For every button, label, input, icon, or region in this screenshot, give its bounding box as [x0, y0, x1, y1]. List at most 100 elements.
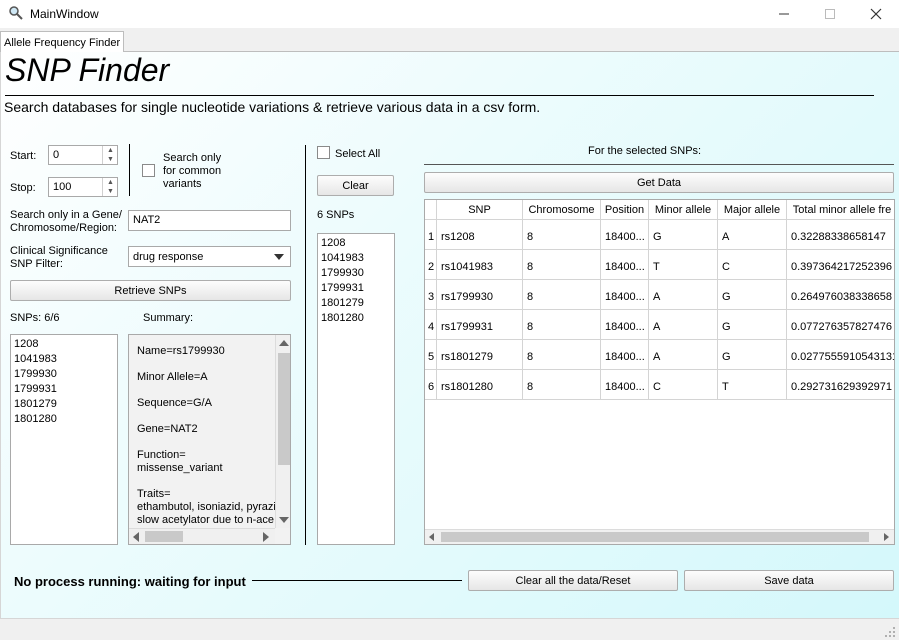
stop-spinbox[interactable]: 100 ▲ ▼: [48, 177, 118, 197]
row-number[interactable]: 1: [425, 220, 437, 250]
list-item[interactable]: 1041983: [14, 352, 114, 367]
table-horizontal-scrollbar[interactable]: [425, 529, 894, 544]
table-cell[interactable]: C: [718, 250, 787, 280]
row-number[interactable]: 3: [425, 280, 437, 310]
resize-grip-icon[interactable]: [885, 627, 895, 637]
spin-down-icon[interactable]: ▼: [103, 155, 118, 164]
magnifier-icon: [9, 6, 23, 20]
gene-input[interactable]: NAT2: [128, 210, 291, 231]
table-cell[interactable]: rs1801280: [437, 370, 523, 400]
table-cell[interactable]: 18400...: [601, 370, 649, 400]
column-header[interactable]: Chromosome: [523, 200, 601, 220]
table-cell[interactable]: 0.264976038338658: [787, 280, 894, 310]
row-number[interactable]: 2: [425, 250, 437, 280]
table-cell[interactable]: rs1801279: [437, 340, 523, 370]
table-cell[interactable]: 0.32288338658147: [787, 220, 894, 250]
save-data-button[interactable]: Save data: [684, 570, 894, 591]
row-number[interactable]: 6: [425, 370, 437, 400]
reset-button[interactable]: Clear all the data/Reset: [468, 570, 678, 591]
scroll-thumb[interactable]: [278, 353, 290, 465]
row-number[interactable]: 4: [425, 310, 437, 340]
table-corner: [425, 200, 437, 220]
select-all-checkbox[interactable]: [317, 146, 330, 159]
table-cell[interactable]: G: [649, 220, 718, 250]
summary-horizontal-scrollbar[interactable]: [129, 528, 275, 544]
table-cell[interactable]: rs1041983: [437, 250, 523, 280]
results-table[interactable]: SNP Chromosome Position Minor allele Maj…: [424, 199, 895, 545]
list-item[interactable]: 1801279: [321, 296, 391, 311]
scroll-down-icon[interactable]: [279, 517, 289, 523]
get-data-button[interactable]: Get Data: [424, 172, 894, 193]
list-item[interactable]: 1799931: [321, 281, 391, 296]
list-item[interactable]: 1799930: [14, 367, 114, 382]
spin-up-icon[interactable]: ▲: [103, 178, 118, 187]
column-header[interactable]: Major allele: [718, 200, 787, 220]
table-cell[interactable]: 18400...: [601, 220, 649, 250]
retrieve-snps-button[interactable]: Retrieve SNPs: [10, 280, 291, 301]
clinical-filter-select[interactable]: drug response: [128, 246, 291, 267]
table-cell[interactable]: rs1799931: [437, 310, 523, 340]
list-item[interactable]: 1799931: [14, 382, 114, 397]
close-icon[interactable]: [853, 0, 899, 28]
scroll-right-icon[interactable]: [884, 533, 889, 541]
scroll-left-icon[interactable]: [133, 532, 139, 542]
summary-vertical-scrollbar[interactable]: [275, 335, 290, 528]
table-cell[interactable]: 18400...: [601, 340, 649, 370]
column-header[interactable]: SNP: [437, 200, 523, 220]
table-cell[interactable]: rs1799930: [437, 280, 523, 310]
table-cell[interactable]: A: [649, 310, 718, 340]
table-cell[interactable]: 0.0277555910543131: [787, 340, 894, 370]
table-cell[interactable]: 8: [523, 310, 601, 340]
column-header[interactable]: Position: [601, 200, 649, 220]
table-cell[interactable]: A: [649, 280, 718, 310]
maximize-icon[interactable]: [807, 0, 853, 28]
list-item[interactable]: 1041983: [321, 251, 391, 266]
table-cell[interactable]: G: [718, 310, 787, 340]
scroll-up-icon[interactable]: [279, 340, 289, 346]
table-cell[interactable]: 18400...: [601, 250, 649, 280]
status-divider: [252, 580, 462, 581]
table-cell[interactable]: A: [718, 220, 787, 250]
table-cell[interactable]: G: [718, 340, 787, 370]
spin-down-icon[interactable]: ▼: [103, 187, 118, 196]
table-cell[interactable]: 18400...: [601, 280, 649, 310]
list-item[interactable]: 1801280: [14, 412, 114, 427]
list-item[interactable]: 1801280: [321, 311, 391, 326]
table-cell[interactable]: T: [718, 370, 787, 400]
scroll-right-icon[interactable]: [263, 532, 269, 542]
table-cell[interactable]: C: [649, 370, 718, 400]
table-cell[interactable]: 0.077276357827476: [787, 310, 894, 340]
table-cell[interactable]: 8: [523, 250, 601, 280]
table-cell[interactable]: 8: [523, 340, 601, 370]
summary-text[interactable]: Name=rs1799930 Minor Allele=A Sequence=G…: [128, 334, 291, 545]
scroll-left-icon[interactable]: [429, 533, 434, 541]
scroll-thumb[interactable]: [145, 531, 183, 542]
list-item[interactable]: 1801279: [14, 397, 114, 412]
table-cell[interactable]: 0.292731629392971: [787, 370, 894, 400]
table-cell[interactable]: 0.397364217252396: [787, 250, 894, 280]
column-header[interactable]: Total minor allele fre: [787, 200, 894, 220]
table-cell[interactable]: 18400...: [601, 310, 649, 340]
clear-button[interactable]: Clear: [317, 175, 394, 196]
spin-up-icon[interactable]: ▲: [103, 146, 118, 155]
scroll-thumb[interactable]: [441, 532, 869, 542]
table-cell[interactable]: 8: [523, 280, 601, 310]
table-cell[interactable]: G: [718, 280, 787, 310]
list-item[interactable]: 1799930: [321, 266, 391, 281]
table-cell[interactable]: T: [649, 250, 718, 280]
row-number[interactable]: 5: [425, 340, 437, 370]
status-bar: [0, 618, 899, 640]
selected-snp-list[interactable]: 1208 1041983 1799930 1799931 1801279 180…: [317, 233, 395, 545]
table-cell[interactable]: A: [649, 340, 718, 370]
start-spinbox[interactable]: 0 ▲ ▼: [48, 145, 118, 165]
table-cell[interactable]: 8: [523, 220, 601, 250]
list-item[interactable]: 1208: [321, 236, 391, 251]
column-header[interactable]: Minor allele: [649, 200, 718, 220]
table-cell[interactable]: rs1208: [437, 220, 523, 250]
common-variants-checkbox[interactable]: [142, 164, 155, 177]
list-item[interactable]: 1208: [14, 337, 114, 352]
snp-list[interactable]: 1208 1041983 1799930 1799931 1801279 180…: [10, 334, 118, 545]
table-cell[interactable]: 8: [523, 370, 601, 400]
minimize-icon[interactable]: [761, 0, 807, 28]
tab-allele-frequency-finder[interactable]: Allele Frequency Finder: [0, 31, 124, 53]
